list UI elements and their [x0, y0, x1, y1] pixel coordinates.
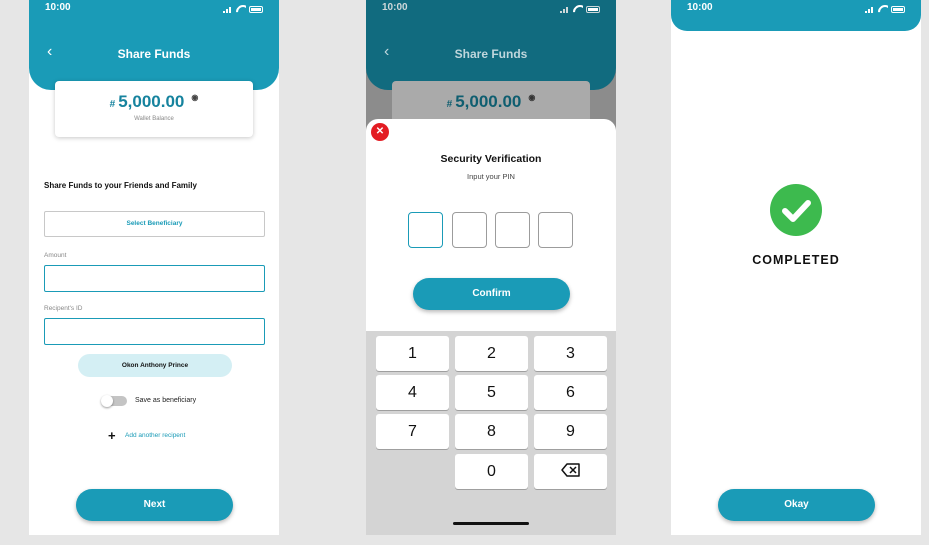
numeric-keypad: 1 2 3 4 5 6 7 8 9 0 — [366, 331, 616, 535]
balance-row: # 5,000.00 ◉ — [392, 92, 590, 112]
page-title: Share Funds — [454, 47, 528, 61]
balance-row: # 5,000.00 ◉ — [55, 92, 253, 112]
key-7[interactable]: 7 — [376, 414, 449, 449]
save-beneficiary-toggle[interactable] — [101, 395, 127, 407]
confirm-button[interactable]: Confirm — [413, 278, 570, 310]
okay-button[interactable]: Okay — [718, 489, 875, 521]
key-2[interactable]: 2 — [455, 336, 528, 371]
eye-icon[interactable]: ◉ — [191, 93, 198, 102]
status-time: 10:00 — [382, 2, 408, 13]
select-beneficiary-button[interactable]: Select Beneficiary — [44, 211, 265, 237]
status-bar: 10:00 — [29, 0, 279, 18]
key-6[interactable]: 6 — [534, 375, 607, 410]
battery-icon — [586, 5, 600, 13]
key-0[interactable]: 0 — [455, 454, 528, 489]
next-button[interactable]: Next — [76, 489, 233, 521]
share-funds-screen: 10:00 ‹ Share Funds # 5,000.00 ◉ Wallet … — [29, 0, 279, 535]
status-icons — [865, 2, 905, 16]
home-indicator — [453, 522, 529, 525]
status-icons — [223, 2, 263, 16]
pin-modal: ✕ Security Verification Input your PIN C… — [366, 119, 616, 331]
signal-icon — [560, 6, 570, 13]
recipient-id-label: Recipent's ID — [44, 305, 83, 312]
pin-digit-2[interactable] — [452, 212, 487, 248]
key-9[interactable]: 9 — [534, 414, 607, 449]
pin-digit-4[interactable] — [538, 212, 573, 248]
status-time: 10:00 — [687, 2, 713, 13]
status-time: 10:00 — [45, 2, 71, 13]
recipient-id-input[interactable] — [44, 318, 265, 345]
signal-icon — [223, 6, 233, 13]
eye-icon: ◉ — [528, 93, 536, 102]
status-bar: 10:00 — [366, 0, 616, 18]
backspace-icon — [560, 463, 580, 478]
amount-input[interactable] — [44, 265, 265, 292]
completed-status: COMPLETED — [752, 253, 840, 267]
battery-icon — [891, 5, 905, 13]
balance-amount: 5,000.00 — [455, 92, 522, 111]
wallet-balance-card: # 5,000.00 ◉ Wallet Balance — [55, 81, 253, 137]
close-icon[interactable]: ✕ — [371, 123, 389, 141]
security-verification-screen: 10:00 ‹ Share Funds # 5,000.00 ◉ ✕ Secur… — [366, 0, 616, 535]
balance-amount: 5,000.00 — [118, 92, 185, 111]
add-recipient-link[interactable]: Add another recipent — [125, 432, 185, 439]
currency-symbol: # — [446, 99, 453, 110]
key-5[interactable]: 5 — [455, 375, 528, 410]
backspace-key[interactable] — [534, 454, 607, 489]
balance-label: Wallet Balance — [134, 116, 174, 122]
signal-icon — [865, 6, 875, 13]
key-8[interactable]: 8 — [455, 414, 528, 449]
key-3[interactable]: 3 — [534, 336, 607, 371]
save-beneficiary-label: Save as beneficiary — [135, 397, 197, 404]
check-mark-icon — [782, 200, 811, 222]
modal-title: Security Verification — [440, 153, 542, 165]
key-4[interactable]: 4 — [376, 375, 449, 410]
modal-subtitle: Input your PIN — [467, 172, 515, 181]
pin-digit-3[interactable] — [495, 212, 530, 248]
wifi-icon — [573, 5, 583, 13]
battery-icon — [249, 5, 263, 13]
check-circle-icon — [770, 184, 822, 236]
completed-screen: 10:00 COMPLETED Okay — [671, 0, 921, 535]
section-title: Share Funds to your Friends and Family — [44, 181, 197, 190]
wifi-icon — [878, 5, 888, 13]
amount-label: Amount — [44, 252, 67, 259]
key-1[interactable]: 1 — [376, 336, 449, 371]
status-bar: 10:00 — [671, 0, 921, 18]
status-icons — [560, 2, 600, 16]
wifi-icon — [236, 5, 246, 13]
recipient-name-badge: Okon Anthony Prince — [78, 354, 232, 377]
pin-digit-1[interactable] — [408, 212, 443, 248]
plus-icon[interactable]: + — [108, 429, 116, 442]
currency-symbol: # — [109, 99, 116, 110]
page-title: Share Funds — [117, 47, 191, 61]
